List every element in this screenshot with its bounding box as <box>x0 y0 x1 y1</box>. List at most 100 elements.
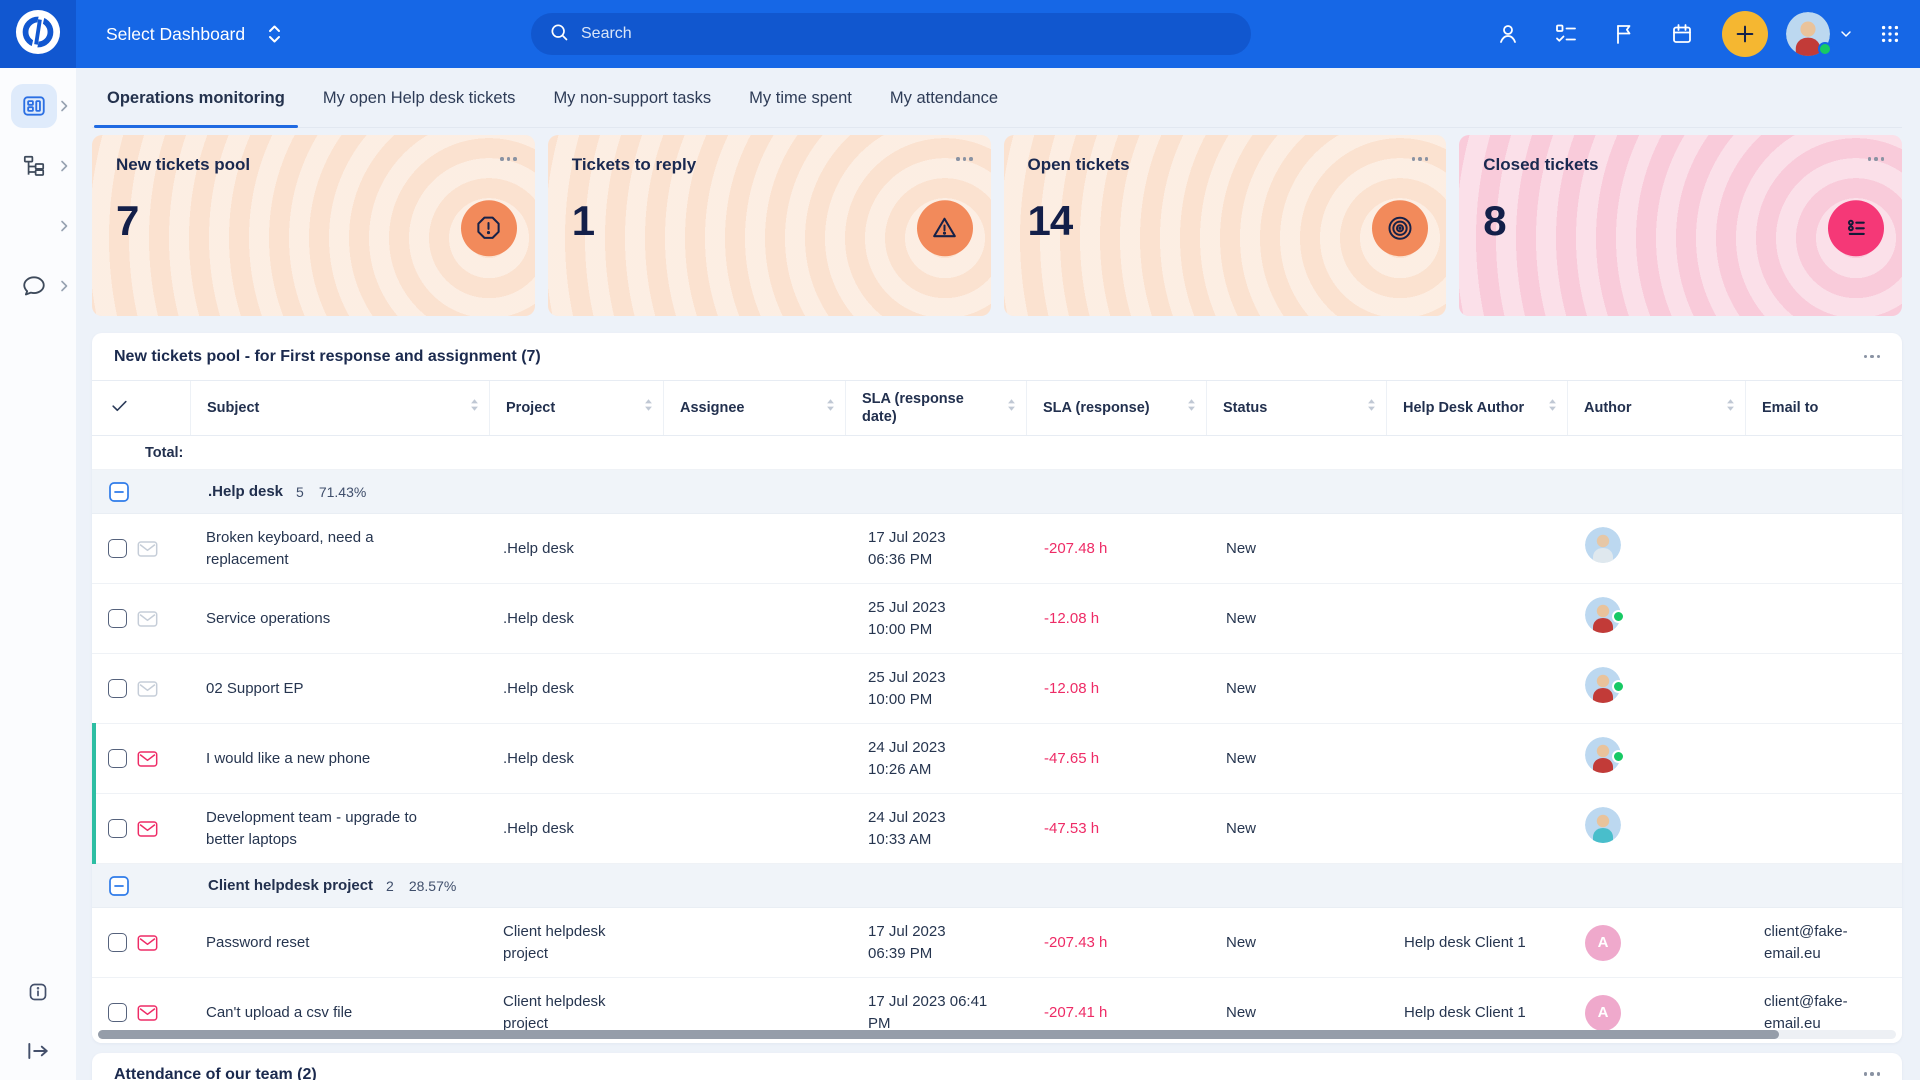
table-panel-header: New tickets pool - for First response an… <box>92 333 1902 380</box>
sidebar-bottom <box>0 980 76 1064</box>
column-header-assignee[interactable]: Assignee <box>663 381 845 435</box>
search-bar <box>531 13 1251 55</box>
more-options-button[interactable] <box>1410 151 1431 167</box>
subject-cell[interactable]: Can't upload a csv file <box>190 1002 489 1024</box>
subject-cell[interactable]: Development team - upgrade to better lap… <box>190 807 489 851</box>
column-header-project[interactable]: Project <box>489 381 663 435</box>
tab-operations-monitoring[interactable]: Operations monitoring <box>104 89 288 127</box>
column-header-author[interactable]: Author <box>1567 381 1745 435</box>
status-cell: New <box>1206 538 1386 560</box>
calendar-icon[interactable] <box>1670 22 1694 46</box>
stat-card-title: Closed tickets <box>1483 155 1878 175</box>
row-checkbox[interactable] <box>108 679 127 698</box>
column-header-email-to[interactable]: Email to <box>1745 381 1902 435</box>
column-header-status[interactable]: Status <box>1206 381 1386 435</box>
sla-response-cell: -47.53 h <box>1026 818 1206 840</box>
column-header-help-desk-author[interactable]: Help Desk Author <box>1386 381 1567 435</box>
sla-response-cell: -47.65 h <box>1026 748 1206 770</box>
email-envelope-icon <box>137 680 158 698</box>
more-options-button[interactable] <box>1862 349 1883 365</box>
column-header-sla-response-date[interactable]: SLA (response date) <box>845 381 1026 435</box>
tab-my-attendance[interactable]: My attendance <box>887 89 1001 127</box>
group-percent: 71.43% <box>319 484 366 500</box>
main-content: Operations monitoring My open Help desk … <box>76 0 1920 1080</box>
chevron-right-icon[interactable] <box>60 100 69 112</box>
info-icon[interactable] <box>26 980 50 1004</box>
tab-my-non-support-tasks[interactable]: My non-support tasks <box>550 89 714 127</box>
tasks-checklist-icon[interactable] <box>1554 22 1578 46</box>
sla-response-date-cell: 24 Jul 202310:33 AM <box>845 807 1026 851</box>
more-options-button[interactable] <box>498 151 519 167</box>
more-options-button[interactable] <box>1862 1066 1883 1080</box>
sla-response-cell: -207.41 h <box>1026 1002 1206 1024</box>
sidebar-item-dashboards[interactable] <box>0 82 76 130</box>
subject-cell[interactable]: Broken keyboard, need a replacement <box>190 527 489 571</box>
tab-my-time-spent[interactable]: My time spent <box>746 89 855 127</box>
scrollbar-thumb[interactable] <box>98 1030 1779 1039</box>
stat-card-value: 7 <box>116 197 511 245</box>
horizontal-scrollbar[interactable] <box>98 1030 1896 1039</box>
dashboard-selector[interactable]: Select Dashboard <box>106 23 282 45</box>
subject-cell[interactable]: 02 Support EP <box>190 678 489 700</box>
chevron-right-icon[interactable] <box>60 280 69 292</box>
more-options-button[interactable] <box>954 151 975 167</box>
table-body: .Help desk 5 71.43% Broken keyboard, nee… <box>92 470 1902 1043</box>
email-envelope-icon <box>137 1004 158 1022</box>
sort-arrows-icon <box>820 398 835 417</box>
table-header-row: Subject Project Assignee SLA (response d… <box>92 380 1902 436</box>
stat-card-value: 1 <box>572 197 967 245</box>
row-checkbox[interactable] <box>108 749 127 768</box>
search-input[interactable] <box>581 25 1233 43</box>
sidebar-item-messages[interactable] <box>0 262 76 310</box>
group-name: Client helpdesk project <box>208 877 373 894</box>
project-cell: Client helpdesk project <box>489 921 663 965</box>
apps-grid-icon[interactable] <box>1878 22 1902 46</box>
row-checkbox[interactable] <box>108 819 127 838</box>
author-avatar <box>1585 597 1621 633</box>
app-logo[interactable] <box>0 0 76 68</box>
dashboard-tabs: Operations monitoring My open Help desk … <box>92 68 1902 128</box>
add-new-button[interactable] <box>1722 11 1768 57</box>
flag-icon[interactable] <box>1612 22 1636 46</box>
user-menu-chevron-icon[interactable] <box>1838 26 1854 42</box>
profile-icon[interactable] <box>1496 22 1520 46</box>
more-options-button[interactable] <box>1866 151 1887 167</box>
total-row: Total: <box>92 436 1902 470</box>
column-header-subject[interactable]: Subject <box>190 381 489 435</box>
stat-card-title: New tickets pool <box>116 155 511 175</box>
collapse-group-button[interactable] <box>109 482 129 502</box>
project-cell: .Help desk <box>489 748 663 770</box>
row-checkbox[interactable] <box>108 539 127 558</box>
project-cell: Client helpdesk project <box>489 991 663 1035</box>
sidebar <box>0 68 76 1080</box>
collapse-group-button[interactable] <box>109 876 129 896</box>
ticket-row: Password reset Client helpdesk project 1… <box>92 908 1902 978</box>
chevron-right-icon[interactable] <box>60 220 69 232</box>
empty-slot <box>11 204 57 248</box>
sort-arrows-icon <box>464 398 479 417</box>
sidebar-item-projects[interactable] <box>0 142 76 190</box>
subject-cell[interactable]: Password reset <box>190 932 489 954</box>
stat-card-closed-tickets: Closed tickets 8 <box>1459 135 1902 316</box>
chevron-right-icon[interactable] <box>60 160 69 172</box>
email-envelope-icon <box>137 820 158 838</box>
tab-my-open-help-desk-tickets[interactable]: My open Help desk tickets <box>320 89 519 127</box>
column-header-sla-response[interactable]: SLA (response) <box>1026 381 1206 435</box>
column-header-select-all[interactable] <box>92 381 190 435</box>
row-checkbox[interactable] <box>108 933 127 952</box>
status-cell: New <box>1206 818 1386 840</box>
subject-cell[interactable]: I would like a new phone <box>190 748 489 770</box>
attendance-panel: Attendance of our team (2) <box>92 1053 1902 1080</box>
sort-toggle-icon <box>267 23 282 45</box>
subject-cell[interactable]: Service operations <box>190 608 489 630</box>
row-checkbox[interactable] <box>108 609 127 628</box>
sidebar-item-more[interactable] <box>0 202 76 250</box>
user-avatar[interactable] <box>1786 12 1830 56</box>
expand-sidebar-icon[interactable] <box>25 1038 51 1064</box>
ticket-row: Broken keyboard, need a replacement .Hel… <box>92 514 1902 584</box>
sort-arrows-icon <box>1001 398 1016 417</box>
sla-response-date-cell: 25 Jul 202310:00 PM <box>845 597 1026 641</box>
email-envelope-icon <box>137 934 158 952</box>
row-checkbox[interactable] <box>108 1003 127 1022</box>
author-avatar <box>1585 737 1621 773</box>
